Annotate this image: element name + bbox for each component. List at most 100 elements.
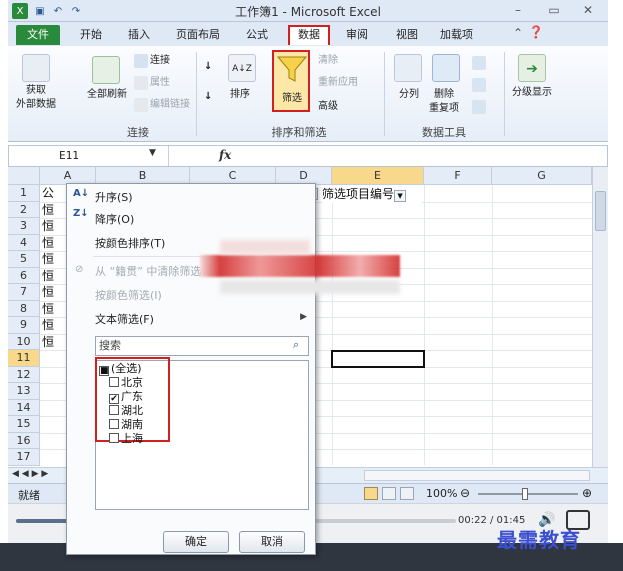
sheet-nav-icon[interactable]: ◀ ◀ ▶ ▶ bbox=[12, 469, 48, 479]
formula-input[interactable] bbox=[239, 147, 591, 165]
reapply-button[interactable]: 重新应用 bbox=[318, 76, 358, 90]
sort-ascending-icon[interactable]: ↓ bbox=[204, 60, 212, 74]
close-icon[interactable]: ✕ bbox=[578, 3, 598, 19]
filter-item[interactable]: 北京 bbox=[109, 376, 143, 390]
checkbox-checked-icon[interactable]: ✔ bbox=[109, 394, 119, 404]
remove-duplicates-button[interactable]: 删除 重复项 bbox=[422, 88, 466, 116]
checkbox-icon[interactable] bbox=[109, 405, 119, 415]
help-icon[interactable]: ❓ bbox=[526, 25, 546, 41]
row-header[interactable]: 17 bbox=[8, 449, 40, 466]
advanced-button[interactable]: 高级 bbox=[318, 100, 338, 114]
zoom-in-icon[interactable]: ⊕ bbox=[582, 486, 592, 500]
menu-sort-by-color[interactable]: 按颜色排序(T) bbox=[95, 236, 165, 252]
filter-item-select-all[interactable]: ■ (全选) bbox=[99, 362, 142, 376]
filter-item[interactable]: 湖北 bbox=[109, 404, 143, 418]
row-header[interactable]: 2 bbox=[8, 201, 40, 218]
tab-addins[interactable]: 加载项 bbox=[432, 25, 481, 45]
tab-view[interactable]: 视图 bbox=[388, 25, 426, 45]
row-header[interactable]: 13 bbox=[8, 383, 40, 400]
filter-item[interactable]: ✔ 广东 bbox=[109, 390, 143, 404]
tab-data[interactable]: 数据 bbox=[288, 25, 330, 45]
minimize-icon[interactable]: – bbox=[508, 3, 528, 19]
menu-text-filter[interactable]: 文本筛选(F) bbox=[95, 312, 154, 328]
tab-file[interactable]: 文件 bbox=[16, 25, 60, 45]
menu-sort-descending[interactable]: 降序(O) bbox=[95, 212, 134, 228]
horizontal-scrollbar[interactable] bbox=[364, 470, 590, 481]
outline-button[interactable]: 分级显示 bbox=[500, 86, 564, 100]
row-header[interactable]: 16 bbox=[8, 432, 40, 449]
ribbon-collapse-icon[interactable]: ⌃ bbox=[508, 26, 528, 42]
maximize-icon[interactable]: ▭ bbox=[544, 3, 564, 19]
sort-descending-icon[interactable]: ↓ bbox=[204, 90, 212, 104]
column-header-e[interactable]: E bbox=[332, 167, 424, 185]
sort-button[interactable]: 排序 bbox=[230, 88, 250, 102]
row-header[interactable]: 5 bbox=[8, 251, 40, 268]
cell-a1[interactable]: 公 bbox=[42, 185, 54, 201]
cell-a7[interactable]: 恒 bbox=[42, 284, 54, 300]
normal-view-icon[interactable] bbox=[364, 487, 378, 500]
cell-a3[interactable]: 恒 bbox=[42, 218, 54, 234]
filter-search-input[interactable]: 搜索 bbox=[95, 336, 309, 356]
row-header[interactable]: 15 bbox=[8, 416, 40, 433]
chevron-down-icon[interactable]: ▼ bbox=[149, 148, 156, 158]
tab-page-layout[interactable]: 页面布局 bbox=[168, 25, 228, 45]
refresh-all-button[interactable]: 全部刷新 bbox=[72, 88, 142, 102]
cell-a10[interactable]: 恒 bbox=[42, 334, 54, 350]
cell-a6[interactable]: 恒 bbox=[42, 268, 54, 284]
text-to-columns-button[interactable]: 分列 bbox=[394, 88, 424, 102]
column-header-g[interactable]: G bbox=[492, 167, 592, 185]
cancel-button[interactable]: 取消 bbox=[239, 531, 305, 553]
row-header[interactable]: 10 bbox=[8, 333, 40, 350]
page-break-view-icon[interactable] bbox=[400, 487, 414, 500]
tab-formulas[interactable]: 公式 bbox=[238, 25, 276, 45]
filter-item[interactable]: 上海 bbox=[109, 432, 143, 446]
tab-review[interactable]: 审阅 bbox=[338, 25, 376, 45]
filter-dropdown-icon[interactable]: ▼ bbox=[394, 190, 407, 202]
checkbox-icon[interactable] bbox=[109, 377, 119, 387]
properties-button[interactable]: 属性 bbox=[150, 76, 170, 90]
zoom-slider-thumb[interactable] bbox=[522, 488, 528, 500]
checkbox-icon[interactable] bbox=[109, 419, 119, 429]
checkbox-icon[interactable] bbox=[109, 433, 119, 443]
menu-sort-ascending[interactable]: 升序(S) bbox=[95, 190, 133, 206]
row-header[interactable]: 6 bbox=[8, 267, 40, 284]
cell-a2[interactable]: 恒 bbox=[42, 202, 54, 218]
menu-filter-by-color[interactable]: 按颜色筛选(I) bbox=[95, 288, 162, 304]
selected-cell[interactable] bbox=[331, 350, 425, 368]
select-all-corner[interactable] bbox=[8, 167, 40, 185]
vertical-scrollbar[interactable] bbox=[592, 167, 608, 467]
row-header[interactable]: 9 bbox=[8, 317, 40, 334]
fx-icon[interactable]: fx bbox=[219, 148, 231, 162]
row-header[interactable]: 14 bbox=[8, 399, 40, 416]
cell-a9[interactable]: 恒 bbox=[42, 317, 54, 333]
filter-button[interactable]: 筛选 bbox=[272, 50, 310, 112]
menu-clear-filter[interactable]: 从 “籍贯” 中清除筛选 bbox=[95, 264, 201, 280]
checkbox-partial-icon[interactable]: ■ bbox=[99, 366, 109, 376]
what-if-icon[interactable] bbox=[472, 100, 486, 114]
get-external-data-button[interactable]: 获取 外部数据 bbox=[8, 84, 64, 112]
row-header[interactable]: 1 bbox=[8, 185, 40, 202]
clear-button[interactable]: 清除 bbox=[318, 54, 338, 68]
header-cell-e1[interactable]: 筛选项目编号 ▼ bbox=[322, 186, 422, 203]
zoom-level[interactable]: 100% bbox=[426, 487, 457, 500]
tab-home[interactable]: 开始 bbox=[72, 25, 110, 45]
cell-a4[interactable]: 恒 bbox=[42, 235, 54, 251]
zoom-out-icon[interactable]: ⊖ bbox=[460, 486, 470, 500]
row-header[interactable]: 4 bbox=[8, 234, 40, 251]
ok-button[interactable]: 确定 bbox=[163, 531, 229, 553]
row-header[interactable]: 11 bbox=[8, 350, 40, 367]
cell-a5[interactable]: 恒 bbox=[42, 251, 54, 267]
row-header[interactable]: 3 bbox=[8, 218, 40, 235]
filter-item[interactable]: 湖南 bbox=[109, 418, 143, 432]
cell-a8[interactable]: 恒 bbox=[42, 301, 54, 317]
edit-links-button[interactable]: 编辑链接 bbox=[150, 98, 190, 112]
tab-insert[interactable]: 插入 bbox=[120, 25, 158, 45]
row-header[interactable]: 8 bbox=[8, 300, 40, 317]
row-header[interactable]: 12 bbox=[8, 366, 40, 383]
consolidate-icon[interactable] bbox=[472, 78, 486, 92]
name-box[interactable]: E11 bbox=[9, 146, 169, 166]
zoom-slider[interactable] bbox=[478, 493, 578, 495]
connections-button[interactable]: 连接 bbox=[150, 54, 170, 68]
data-validation-icon[interactable] bbox=[472, 56, 486, 70]
scrollbar-thumb[interactable] bbox=[595, 191, 606, 231]
